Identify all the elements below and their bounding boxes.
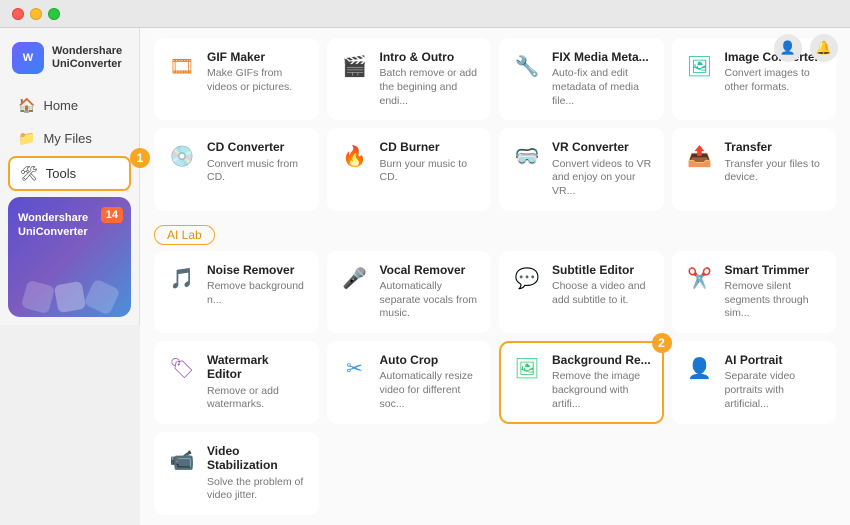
header-icons: 👤 🔔 — [774, 34, 838, 62]
notification-icon-button[interactable]: 🔔 — [810, 34, 838, 62]
sidebar-item-myfiles-label: My Files — [43, 131, 91, 146]
tool-fix-media[interactable]: 🔧 FIX Media Meta... Auto-fix and edit me… — [499, 38, 664, 120]
watermark-editor-icon: 🏷 — [166, 353, 198, 385]
gif-maker-name: GIF Maker — [207, 50, 307, 64]
app-logo: W Wondershare UniConverter — [0, 28, 139, 84]
tools-icon: 🛠 — [20, 165, 38, 182]
tool-gif-maker[interactable]: 🎞 GIF Maker Make GIFs from videos or pic… — [154, 38, 319, 120]
vr-converter-desc: Convert videos to VR and enjoy on your V… — [552, 158, 652, 199]
cd-converter-icon: 💿 — [166, 140, 198, 172]
auto-crop-desc: Automatically resize video for different… — [380, 370, 480, 411]
transfer-icon: 📤 — [684, 140, 716, 172]
sidebar-item-tools[interactable]: 🛠 Tools — [8, 156, 131, 191]
top-tools-grid: 🎞 GIF Maker Make GIFs from videos or pic… — [154, 38, 836, 211]
ai-tools-grid: 🎵 Noise Remover Remove background n... 🎤… — [154, 251, 836, 515]
vocal-remover-desc: Automatically separate vocals from music… — [380, 280, 480, 321]
ai-lab-label-wrap: AI Lab — [154, 219, 836, 251]
smart-trimmer-desc: Remove silent segments through sim... — [725, 280, 825, 321]
background-remove-name: Background Re... — [552, 353, 652, 367]
fix-media-icon: 🔧 — [511, 50, 543, 82]
image-converter-icon: 🖼 — [684, 50, 716, 82]
vr-converter-icon: 🥽 — [511, 140, 543, 172]
noise-remover-icon: 🎵 — [166, 263, 198, 295]
intro-outro-name: Intro & Outro — [380, 50, 480, 64]
background-remove-icon: 🖼 — [511, 353, 543, 385]
cd-converter-name: CD Converter — [207, 140, 307, 154]
transfer-desc: Transfer your files to device. — [725, 158, 825, 185]
ai-portrait-icon: 👤 — [684, 353, 716, 385]
tool-noise-remover[interactable]: 🎵 Noise Remover Remove background n... — [154, 251, 319, 333]
background-remove-desc: Remove the image background with artifi.… — [552, 370, 652, 411]
cd-burner-name: CD Burner — [380, 140, 480, 154]
promo-badge: 14 — [101, 207, 123, 223]
promo-card[interactable]: Wondershare UniConverter 14 — [8, 197, 131, 317]
logo-text: Wondershare UniConverter — [52, 45, 122, 71]
tool-auto-crop[interactable]: ✂ Auto Crop Automatically resize video f… — [327, 341, 492, 424]
ai-lab-label: AI Lab — [154, 225, 215, 245]
gif-maker-icon: 🎞 — [166, 50, 198, 82]
sidebar-item-home[interactable]: 🏠 Home — [8, 90, 131, 121]
video-stabilization-name: Video Stabilization — [207, 444, 307, 473]
sidebar: W Wondershare UniConverter 🏠 Home 📁 My F… — [0, 28, 140, 325]
video-stabilization-desc: Solve the problem of video jitter. — [207, 476, 307, 503]
smart-trimmer-icon: ✂️ — [684, 263, 716, 295]
home-icon: 🏠 — [18, 97, 35, 114]
subtitle-editor-icon: 💬 — [511, 263, 543, 295]
fix-media-desc: Auto-fix and edit metadata of media file… — [552, 67, 652, 108]
cd-converter-desc: Convert music from CD. — [207, 158, 307, 185]
user-icon-button[interactable]: 👤 — [774, 34, 802, 62]
tool-ai-portrait[interactable]: 👤 AI Portrait Separate video portraits w… — [672, 341, 837, 424]
vr-converter-name: VR Converter — [552, 140, 652, 154]
sidebar-item-home-label: Home — [43, 98, 78, 113]
cd-burner-desc: Burn your music to CD. — [380, 158, 480, 185]
image-converter-desc: Convert images to other formats. — [725, 67, 825, 94]
video-stabilization-icon: 📹 — [166, 444, 198, 476]
tool-background-remove[interactable]: 🖼 Background Re... Remove the image back… — [499, 341, 664, 424]
noise-remover-desc: Remove background n... — [207, 280, 307, 307]
cd-burner-icon: 🔥 — [339, 140, 371, 172]
vocal-remover-icon: 🎤 — [339, 263, 371, 295]
fix-media-name: FIX Media Meta... — [552, 50, 652, 64]
files-icon: 📁 — [18, 130, 35, 147]
watermark-editor-desc: Remove or add watermarks. — [207, 385, 307, 412]
step-2-badge: 2 — [652, 333, 672, 353]
tool-vocal-remover[interactable]: 🎤 Vocal Remover Automatically separate v… — [327, 251, 492, 333]
tool-cd-converter[interactable]: 💿 CD Converter Convert music from CD. — [154, 128, 319, 210]
tool-smart-trimmer[interactable]: ✂️ Smart Trimmer Remove silent segments … — [672, 251, 837, 333]
auto-crop-name: Auto Crop — [380, 353, 480, 367]
sidebar-item-myfiles[interactable]: 📁 My Files — [8, 123, 131, 154]
ai-portrait-name: AI Portrait — [725, 353, 825, 367]
watermark-editor-name: Watermark Editor — [207, 353, 307, 382]
transfer-name: Transfer — [725, 140, 825, 154]
tool-intro-outro[interactable]: 🎬 Intro & Outro Batch remove or add the … — [327, 38, 492, 120]
subtitle-editor-name: Subtitle Editor — [552, 263, 652, 277]
main-content: 🎞 GIF Maker Make GIFs from videos or pic… — [140, 28, 850, 525]
intro-outro-icon: 🎬 — [339, 50, 371, 82]
sidebar-item-tools-label: Tools — [46, 166, 76, 181]
promo-decoration — [8, 283, 131, 311]
minimize-button[interactable] — [30, 8, 42, 20]
intro-outro-desc: Batch remove or add the begining and end… — [380, 67, 480, 108]
sidebar-nav: 🏠 Home 📁 My Files 🛠 Tools — [0, 84, 139, 197]
tool-vr-converter[interactable]: 🥽 VR Converter Convert videos to VR and … — [499, 128, 664, 210]
close-button[interactable] — [12, 8, 24, 20]
smart-trimmer-name: Smart Trimmer — [725, 263, 825, 277]
noise-remover-name: Noise Remover — [207, 263, 307, 277]
ai-portrait-desc: Separate video portraits with artificial… — [725, 370, 825, 411]
subtitle-editor-desc: Choose a video and add subtitle to it. — [552, 280, 652, 307]
tool-transfer[interactable]: 📤 Transfer Transfer your files to device… — [672, 128, 837, 210]
tool-subtitle-editor[interactable]: 💬 Subtitle Editor Choose a video and add… — [499, 251, 664, 333]
auto-crop-icon: ✂ — [339, 353, 371, 385]
title-bar — [0, 0, 850, 28]
step-1-badge: 1 — [130, 148, 150, 168]
maximize-button[interactable] — [48, 8, 60, 20]
logo-icon: W — [12, 42, 44, 74]
tool-watermark-editor[interactable]: 🏷 Watermark Editor Remove or add waterma… — [154, 341, 319, 424]
tool-video-stabilization[interactable]: 📹 Video Stabilization Solve the problem … — [154, 432, 319, 515]
vocal-remover-name: Vocal Remover — [380, 263, 480, 277]
gif-maker-desc: Make GIFs from videos or pictures. — [207, 67, 307, 94]
tool-cd-burner[interactable]: 🔥 CD Burner Burn your music to CD. — [327, 128, 492, 210]
